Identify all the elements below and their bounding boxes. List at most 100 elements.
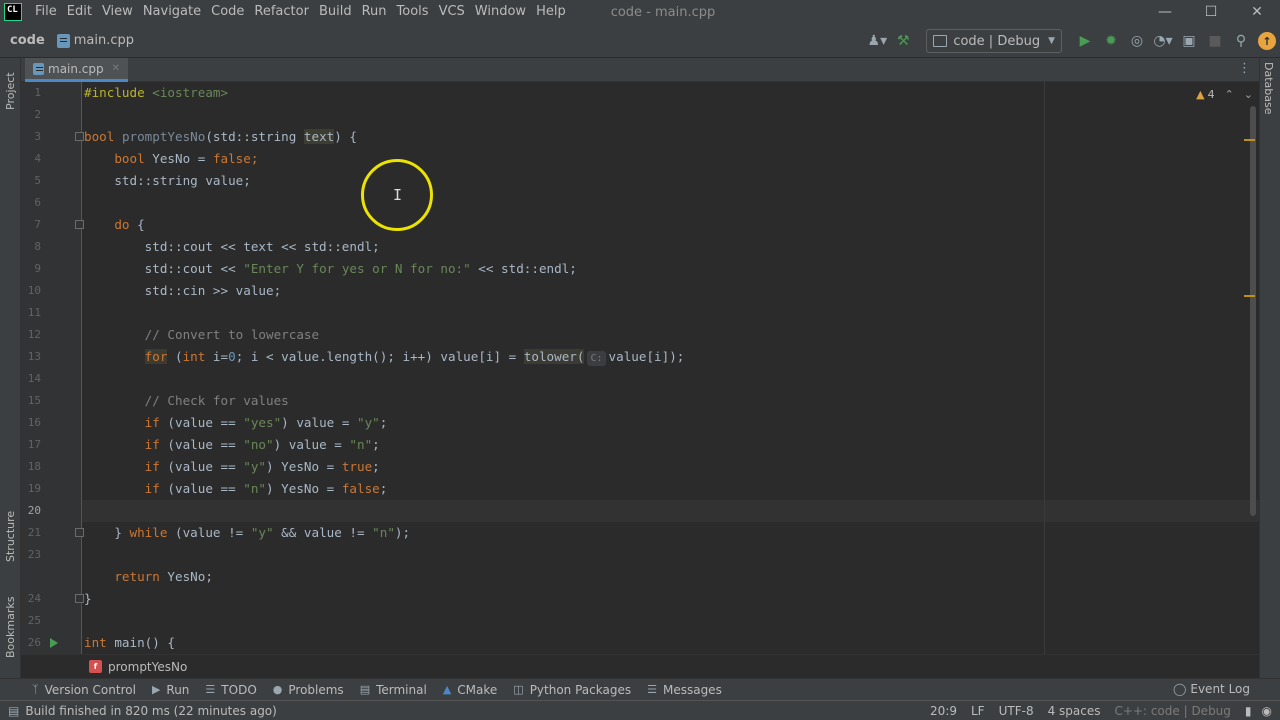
python-packages-button[interactable]: ◫ Python Packages — [513, 683, 631, 697]
menu-vcs[interactable]: VCS — [434, 0, 470, 24]
current-line-highlight — [82, 500, 1259, 522]
config-icon — [933, 35, 948, 47]
event-log-icon: ◯ — [1172, 682, 1187, 696]
code-line-13: for (int i=0; i < value.length(); i++) v… — [144, 349, 685, 366]
messages-button[interactable]: ☰ Messages — [647, 683, 722, 697]
attach-icon[interactable]: ▣ — [1176, 28, 1202, 54]
close-tab-icon[interactable]: ✕ — [112, 63, 120, 74]
run-icon[interactable]: ▶ — [1072, 28, 1098, 54]
code-line-12: // Convert to lowercase — [144, 327, 320, 342]
fold-marker[interactable] — [75, 594, 84, 603]
fold-marker[interactable] — [75, 528, 84, 537]
line-number: 21 — [27, 526, 41, 539]
menu-file[interactable]: File — [30, 0, 62, 24]
coverage-icon[interactable]: ◎ — [1124, 28, 1150, 54]
line-number: 5 — [34, 174, 41, 187]
code-line-8: std::cout << text << std::endl; — [144, 239, 380, 254]
code-line-23: return YesNo; — [114, 569, 213, 584]
cmake-button[interactable]: ▲ CMake — [443, 683, 497, 697]
code-line-16: if (value == "yes") value = "y"; — [144, 415, 388, 430]
maximize-icon[interactable]: ☐ — [1188, 0, 1234, 24]
menu-edit[interactable]: Edit — [62, 0, 97, 24]
fold-marker[interactable] — [75, 132, 84, 141]
breadcrumb-file[interactable]: main.cpp — [56, 33, 134, 48]
updates-icon[interactable]: ↑ — [1254, 28, 1280, 54]
menu-build[interactable]: Build — [314, 0, 357, 24]
code-editor[interactable]: 1 2 3 4 5 6 7 8 9 10 11 12 13 14 15 16 1… — [21, 82, 1259, 654]
menu-code[interactable]: Code — [206, 0, 249, 24]
line-number: 15 — [27, 394, 41, 407]
run-config-select[interactable]: code | Debug ▼ — [926, 29, 1062, 53]
terminal-button[interactable]: ▤ Terminal — [360, 683, 427, 697]
menu-refactor[interactable]: Refactor — [249, 0, 314, 24]
more-options-icon[interactable]: ⋮ — [1238, 61, 1251, 76]
menu-view[interactable]: View — [97, 0, 138, 24]
todo-button[interactable]: ☰ TODO — [205, 683, 256, 697]
list-icon: ☰ — [205, 683, 216, 696]
caret-position[interactable]: 20:9 — [930, 704, 957, 718]
run-config-label: code | Debug — [953, 33, 1041, 49]
line-number: 19 — [27, 482, 41, 495]
version-control-button[interactable]: ᛉ Version Control — [32, 683, 136, 697]
tab-main-cpp[interactable]: main.cpp ✕ — [25, 58, 129, 82]
cpp-file-icon — [33, 62, 44, 75]
line-separator[interactable]: LF — [971, 704, 985, 718]
line-number: 10 — [27, 284, 41, 297]
notifications-icon[interactable]: ◉ — [1262, 704, 1272, 718]
event-log-button[interactable]: ◯ Event Log — [1173, 682, 1250, 696]
line-number: 4 — [34, 152, 41, 165]
build-hammer-icon[interactable]: ⚒ — [890, 28, 916, 54]
warning-stripe[interactable] — [1244, 295, 1255, 297]
terminal-icon: ▤ — [359, 683, 371, 696]
previous-highlight-icon[interactable]: ⌃ — [1225, 88, 1234, 101]
lock-icon[interactable]: ▮ — [1245, 704, 1252, 718]
code-line-9: std::cout << "Enter Y for yes or N for n… — [144, 261, 577, 276]
debug-icon[interactable]: ✹ — [1098, 28, 1124, 54]
database-tab[interactable]: Database — [1262, 62, 1275, 115]
line-number: 17 — [27, 438, 41, 451]
breadcrumb-function[interactable]: promptYesNo — [108, 660, 187, 674]
menu-navigate[interactable]: Navigate — [138, 0, 206, 24]
warning-stripe[interactable] — [1244, 139, 1255, 141]
menu-run[interactable]: Run — [357, 0, 392, 24]
project-tab[interactable]: Project — [1, 66, 20, 116]
menu-window[interactable]: Window — [470, 0, 531, 24]
window-controls: — ☐ ✕ — [1142, 0, 1280, 24]
messages-icon: ☰ — [647, 683, 657, 696]
line-number: 11 — [27, 306, 41, 319]
menu-help[interactable]: Help — [531, 0, 571, 24]
minimize-icon[interactable]: — — [1142, 0, 1188, 24]
fold-marker[interactable] — [75, 220, 84, 229]
run-tool-button[interactable]: ▶ Run — [152, 683, 189, 697]
user-icon[interactable]: ♟▾ — [864, 28, 890, 54]
status-message[interactable]: ▤ Build finished in 820 ms (22 minutes ag… — [8, 704, 277, 718]
problems-button[interactable]: ● Problems — [273, 683, 344, 697]
code-line-4: bool YesNo = false; — [114, 151, 259, 166]
tab-label: main.cpp — [48, 61, 104, 76]
file-encoding[interactable]: UTF-8 — [999, 704, 1034, 718]
indent-setting[interactable]: 4 spaces — [1048, 704, 1101, 718]
editor-tabbar: main.cpp ✕ ⋮ — [21, 58, 1259, 82]
line-number: 24 — [27, 592, 41, 605]
menu-tools[interactable]: Tools — [392, 0, 434, 24]
tool-window-bar: ᛉ Version Control ▶ Run ☰ TODO ● Problems ▤ T… — [0, 678, 1280, 700]
vertical-scrollbar[interactable] — [1250, 106, 1256, 516]
text-cursor-icon: I — [393, 186, 403, 204]
breadcrumb-project[interactable]: code — [10, 33, 45, 48]
search-icon[interactable]: ⚲ — [1228, 28, 1254, 54]
bookmarks-tab[interactable]: Bookmarks — [1, 594, 20, 660]
close-icon[interactable]: ✕ — [1234, 0, 1280, 24]
inspection-widget[interactable]: ▲ 4 ⌃ ⌄ — [1196, 88, 1253, 101]
profile-icon[interactable]: ◔▾ — [1150, 28, 1176, 54]
line-number: 26 — [27, 636, 41, 649]
line-number: 6 — [34, 196, 41, 209]
stop-icon[interactable]: ■ — [1202, 28, 1228, 54]
run-gutter-icon[interactable] — [50, 638, 58, 648]
line-number: 23 — [27, 548, 41, 561]
code-line-3: bool promptYesNo(std::string text) { — [84, 129, 358, 144]
structure-tab[interactable]: Structure — [1, 506, 20, 566]
next-highlight-icon[interactable]: ⌄ — [1244, 88, 1253, 101]
code-line-1: #include <iostream> — [84, 85, 229, 100]
resolve-context[interactable]: C++: code | Debug — [1114, 704, 1230, 718]
code-line-5: std::string value; — [114, 173, 251, 188]
